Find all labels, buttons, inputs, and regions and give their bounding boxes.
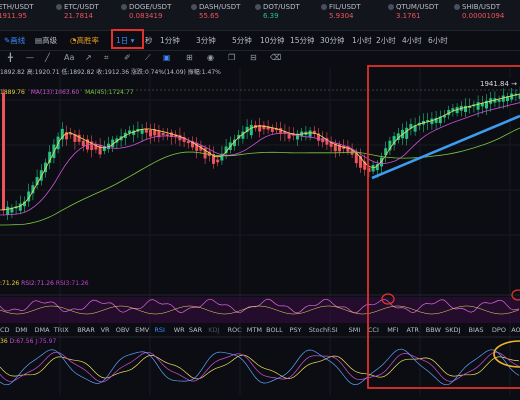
candle-body (249, 124, 253, 136)
kdj-line (0, 351, 520, 383)
candle-body (18, 203, 22, 211)
price-label: 1941.84 → (480, 80, 517, 88)
rsi-panel (0, 297, 520, 323)
price-chart[interactable]: 1941.84 → (0, 0, 520, 400)
ma5-line (0, 93, 520, 211)
candle-body (56, 136, 60, 150)
candle-body (161, 133, 165, 136)
kdj-line (0, 354, 520, 380)
candle-body (186, 141, 190, 144)
candlesticks (2, 86, 520, 220)
kdj-highlight-ellipse (493, 340, 520, 368)
candle-body (476, 102, 480, 110)
rsi-band (0, 297, 520, 323)
chart-grid (0, 68, 520, 395)
candle-body (270, 127, 274, 132)
candle-body (371, 165, 375, 172)
candle-body (216, 159, 220, 163)
candle-body (308, 130, 312, 137)
candle-body (405, 127, 409, 139)
annotations: 1941.84 → (0, 65, 520, 389)
moving-average-lines (0, 93, 520, 226)
candle-body (77, 134, 81, 142)
candle-body (52, 144, 56, 159)
kdj-panel (0, 348, 520, 386)
highlight-box (367, 65, 520, 389)
candle-body (262, 125, 266, 130)
candle-body (149, 129, 152, 137)
candle-body (6, 206, 10, 215)
candle-body (497, 99, 501, 102)
candle-body (287, 134, 291, 139)
kdj-line (0, 348, 520, 386)
candle-body (81, 140, 85, 146)
ma45-line (0, 127, 520, 226)
candle-body (2, 92, 5, 211)
candle-body (296, 133, 299, 140)
